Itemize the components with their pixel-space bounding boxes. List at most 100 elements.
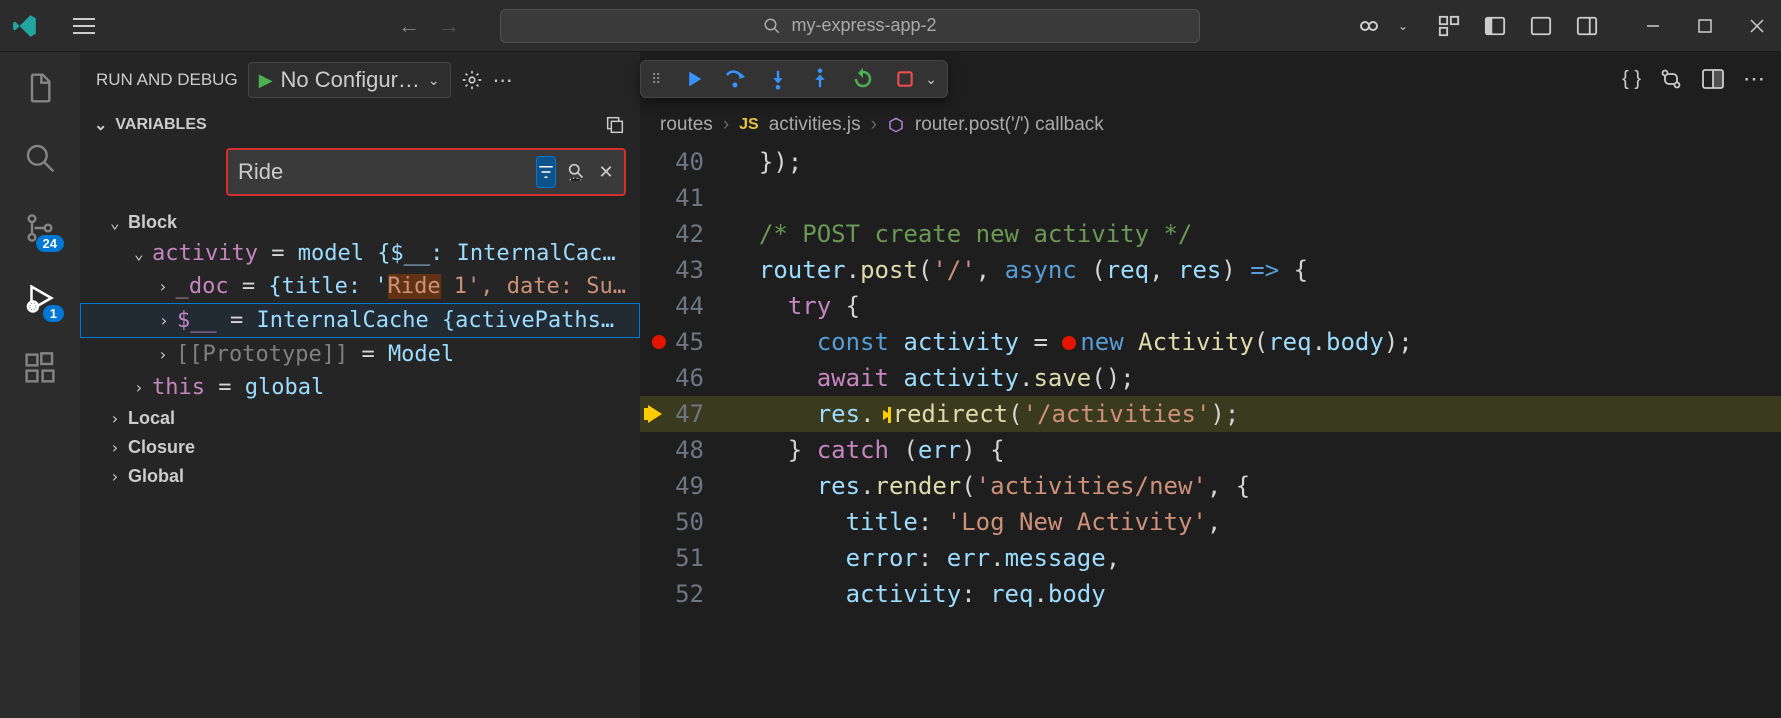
search-view-icon[interactable] [18,136,62,180]
gutter[interactable]: 48 [640,436,730,464]
code-content[interactable]: } catch (err) { [730,436,1781,464]
nav-forward-icon[interactable]: → [438,13,460,39]
debug-more-chevron-icon[interactable]: ⌄ [925,71,937,88]
extensions-icon[interactable] [18,346,62,390]
code-line[interactable]: 41 [640,180,1781,216]
js-file-icon: JS [739,116,759,134]
restart-icon[interactable] [851,67,875,91]
chevron-down-icon: ⌄ [94,115,107,135]
collapse-all-icon[interactable] [604,114,626,136]
gutter[interactable]: 46 [640,364,730,392]
gutter[interactable]: 43 [640,256,730,284]
code-content[interactable]: activity: req.body [730,580,1781,608]
code-line[interactable]: 40 }); [640,144,1781,180]
code-content[interactable]: try { [730,292,1781,320]
scope-closure[interactable]: › Closure [80,433,640,462]
variables-section-header[interactable]: ⌄ VARIABLES [80,108,640,142]
split-editor-icon[interactable] [1701,67,1725,91]
code-content[interactable]: const activity = new Activity(req.body); [730,328,1781,356]
var-this[interactable]: › this = global [80,371,640,404]
breakpoint-icon[interactable] [652,335,666,349]
gutter[interactable]: 52 [640,580,730,608]
code-content[interactable]: res.render('activities/new', { [730,472,1781,500]
chevron-right-icon: › [723,114,729,136]
code-content[interactable]: router.post('/', async (req, res) => { [730,256,1781,284]
scope-block[interactable]: ⌄ Block [80,208,640,237]
scope-local[interactable]: › Local [80,404,640,433]
toggle-panel-icon[interactable] [1527,12,1555,40]
code-line[interactable]: 47 res.redirect('/activities'); [640,396,1781,432]
scope-global[interactable]: › Global [80,462,640,491]
gutter[interactable]: 49 [640,472,730,500]
copilot-chevron-icon[interactable]: ⌄ [1389,12,1417,40]
code-content[interactable]: res.redirect('/activities'); [730,400,1781,428]
variables-filter-input[interactable] [238,159,526,185]
app-menu-icon[interactable] [70,12,98,40]
code-content[interactable]: error: err.message, [730,544,1781,572]
nav-back-icon[interactable]: ← [398,13,420,39]
toggle-primary-sidebar-icon[interactable] [1481,12,1509,40]
chevron-down-icon: ⌄ [110,213,128,232]
step-over-icon[interactable] [723,67,747,91]
code-line[interactable]: 52 activity: req.body [640,576,1781,612]
code-line[interactable]: 46 await activity.save(); [640,360,1781,396]
explorer-icon[interactable] [18,66,62,110]
chevron-right-icon: › [871,114,877,136]
copilot-icon[interactable] [1355,12,1383,40]
var-doc[interactable]: › _doc = {title: 'Ride 1', date: Su… [80,270,640,303]
gutter[interactable]: 44 [640,292,730,320]
drag-handle-icon[interactable]: ⠿ [651,71,661,88]
var-activity[interactable]: ⌄ activity = model {$__: InternalCac… [80,237,640,270]
command-center[interactable]: my-express-app-2 [500,9,1200,43]
continue-icon[interactable] [681,68,703,90]
start-debug-button[interactable]: ▶ No Configur… ⌄ [248,62,451,98]
code-editor[interactable]: 40 });4142 /* POST create new activity *… [640,144,1781,718]
layout-customize-icon[interactable] [1435,12,1463,40]
scm-badge: 24 [36,235,64,252]
code-content[interactable]: title: 'Log New Activity', [730,508,1781,536]
filter-toggle-icon[interactable] [536,156,556,188]
stop-icon[interactable] [895,69,915,89]
gutter[interactable]: 47 [640,400,730,428]
more-actions-icon[interactable]: ⋯ [493,68,513,93]
code-line[interactable]: 45 const activity = new Activity(req.bod… [640,324,1781,360]
breadcrumb[interactable]: routes › JS activities.js › router.post(… [640,106,1781,144]
var-prototype[interactable]: › [[Prototype]] = Model [80,338,640,371]
toggle-secondary-sidebar-icon[interactable] [1573,12,1601,40]
gutter[interactable]: 50 [640,508,730,536]
breadcrumb-folder[interactable]: routes [660,114,713,136]
configure-icon[interactable] [461,69,483,91]
gutter[interactable]: 51 [640,544,730,572]
gutter[interactable]: 41 [640,184,730,212]
step-into-icon[interactable] [767,68,789,90]
code-line[interactable]: 43 router.post('/', async (req, res) => … [640,252,1781,288]
code-line[interactable]: 51 error: err.message, [640,540,1781,576]
close-filter-icon[interactable]: ✕ [598,158,614,186]
debug-toolbar[interactable]: ⠿ ⌄ [640,60,948,98]
code-line[interactable]: 48 } catch (err) { [640,432,1781,468]
fuzzy-match-icon[interactable] [566,158,588,186]
gutter[interactable]: 45 [640,328,730,356]
breadcrumb-file[interactable]: activities.js [769,114,861,136]
diff-icon[interactable] [1659,67,1683,91]
code-line[interactable]: 50 title: 'Log New Activity', [640,504,1781,540]
code-line[interactable]: 44 try { [640,288,1781,324]
code-content[interactable]: await activity.save(); [730,364,1781,392]
code-line[interactable]: 49 res.render('activities/new', { [640,468,1781,504]
code-content[interactable]: }); [730,148,1781,176]
maximize-window-icon[interactable] [1691,12,1719,40]
code-content[interactable]: /* POST create new activity */ [730,220,1781,248]
gutter[interactable]: 42 [640,220,730,248]
scope-label: Global [128,466,184,487]
code-line[interactable]: 42 /* POST create new activity */ [640,216,1781,252]
braces-icon[interactable]: { } [1622,68,1641,91]
editor-more-icon[interactable]: ⋯ [1743,66,1765,92]
var-internal-cache[interactable]: › $__ = InternalCache {activePaths… [80,303,640,338]
run-debug-icon[interactable]: 1 [18,276,62,320]
source-control-icon[interactable]: 24 [18,206,62,250]
minimize-window-icon[interactable] [1639,12,1667,40]
step-out-icon[interactable] [809,68,831,90]
gutter[interactable]: 40 [640,148,730,176]
breadcrumb-symbol[interactable]: router.post('/') callback [915,114,1104,136]
close-window-icon[interactable] [1743,12,1771,40]
